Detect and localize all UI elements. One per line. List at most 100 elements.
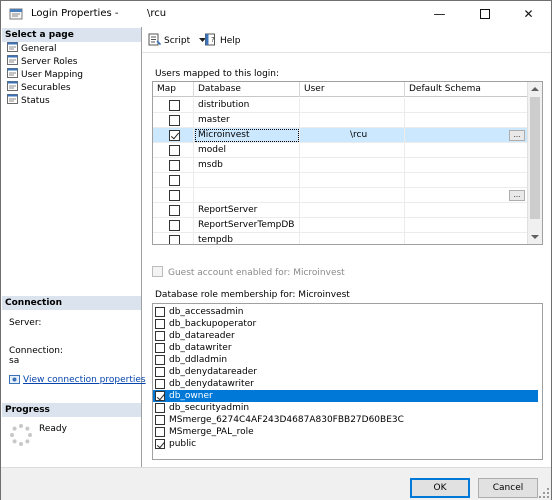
role-item[interactable]: db_datawriter [153,342,538,354]
default-schema-cell[interactable] [405,173,528,188]
script-button[interactable]: Script [148,33,206,47]
default-schema-cell[interactable] [405,143,528,158]
role-item[interactable]: db_accessadmin [153,306,538,318]
user-cell[interactable] [300,218,405,233]
default-schema-cell[interactable]: ... [405,188,528,203]
map-checkbox[interactable] [169,160,180,171]
role-item[interactable]: MSmerge_PAL_role [153,426,538,438]
database-cell[interactable] [194,188,300,203]
users-mapped-grid[interactable]: Map Database User Default Schema distrib… [152,81,543,245]
cancel-button[interactable]: Cancel [478,478,538,498]
scroll-up-icon[interactable] [531,87,539,91]
map-checkbox[interactable] [169,235,180,244]
user-mapping-row[interactable]: ReportServerTempDB [153,218,528,233]
resize-grip-icon[interactable] [539,488,549,498]
map-checkbox[interactable] [169,115,180,126]
database-cell[interactable]: Microinvest [194,128,300,143]
ok-button[interactable]: OK [410,478,470,498]
page-item-user-mapping[interactable]: User Mapping [7,68,83,81]
user-mapping-row[interactable]: model [153,143,528,158]
page-item-status[interactable]: Status [7,94,50,107]
database-cell[interactable]: ReportServerTempDB [194,218,300,233]
role-checkbox[interactable] [155,415,165,425]
browse-schema-button[interactable]: ... [509,190,525,201]
role-item[interactable]: db_owner [153,390,538,402]
default-schema-cell[interactable]: ... [405,128,528,143]
default-schema-cell[interactable] [405,158,528,173]
map-checkbox[interactable] [169,100,180,111]
map-checkbox[interactable] [169,220,180,231]
help-button[interactable]: ? Help [204,33,241,47]
role-membership-list[interactable]: db_accessadmin db_backupoperator db_datare… [152,303,543,460]
user-cell[interactable] [300,173,405,188]
user-cell[interactable] [300,203,405,218]
user-mapping-row[interactable]: msdb [153,158,528,173]
user-mapping-row[interactable]: Microinvest \rcu... [153,128,528,143]
role-checkbox[interactable] [155,367,165,377]
user-cell[interactable] [300,233,405,244]
map-checkbox[interactable] [169,130,180,141]
role-item[interactable]: db_securityadmin [153,402,538,414]
database-cell[interactable]: distribution [194,98,300,113]
role-checkbox[interactable] [155,331,165,341]
user-cell[interactable] [300,188,405,203]
map-checkbox[interactable] [169,205,180,216]
browse-schema-button[interactable]: ... [509,130,525,141]
database-cell[interactable]: tempdb [194,233,300,244]
role-checkbox[interactable] [155,307,165,317]
map-checkbox[interactable] [169,190,180,201]
user-cell[interactable] [300,98,405,113]
scrollbar-thumb[interactable] [530,97,540,219]
role-checkbox[interactable] [155,427,165,437]
role-item[interactable]: db_backupoperator [153,318,538,330]
database-cell[interactable]: model [194,143,300,158]
default-schema-cell[interactable] [405,113,528,128]
role-checkbox[interactable] [155,343,165,353]
role-checkbox[interactable] [155,355,165,365]
map-checkbox[interactable] [169,175,180,186]
user-mapping-row[interactable]: master [153,113,528,128]
maximize-button[interactable] [462,1,507,27]
title-bar[interactable]: Login Properties - \rcu — ✕ [1,1,551,27]
user-cell[interactable] [300,158,405,173]
role-checkbox[interactable] [155,379,165,389]
user-cell[interactable]: \rcu [300,128,405,143]
default-schema-cell[interactable] [405,218,528,233]
user-mapping-row[interactable] [153,173,528,188]
role-item[interactable]: db_ddladmin [153,354,538,366]
user-cell[interactable] [300,143,405,158]
role-checkbox[interactable] [155,391,165,401]
user-mapping-row[interactable]: distribution [153,98,528,113]
column-header-default-schema[interactable]: Default Schema [405,82,528,97]
role-checkbox[interactable] [155,319,165,329]
page-item-general[interactable]: General [7,42,56,55]
page-item-securables[interactable]: Securables [7,81,71,94]
role-checkbox[interactable] [155,403,165,413]
database-cell[interactable]: msdb [194,158,300,173]
column-header-database[interactable]: Database [194,82,300,97]
role-item[interactable]: db_datareader [153,330,538,342]
user-mapping-row[interactable]: ... [153,188,528,203]
column-header-map[interactable]: Map [153,82,194,97]
default-schema-cell[interactable] [405,233,528,244]
role-item[interactable]: MSmerge_6274C4AF243D4687A830FBB27D60BE3C [153,414,538,426]
view-connection-properties-link[interactable]: View connection properties [9,374,146,385]
user-cell[interactable] [300,113,405,128]
page-item-server-roles[interactable]: Server Roles [7,55,77,68]
default-schema-cell[interactable] [405,203,528,218]
role-item[interactable]: db_denydatareader [153,366,538,378]
scroll-down-icon[interactable] [531,235,539,239]
user-mapping-row[interactable]: tempdb [153,233,528,244]
role-item[interactable]: db_denydatawriter [153,378,538,390]
database-cell[interactable]: ReportServer [194,203,300,218]
role-checkbox[interactable] [155,439,165,449]
column-header-user[interactable]: User [300,82,405,97]
close-button[interactable]: ✕ [506,1,551,27]
user-mapping-row[interactable]: ReportServer [153,203,528,218]
minimize-button[interactable]: — [417,1,462,27]
database-cell[interactable]: master [194,113,300,128]
role-item[interactable]: public [153,438,538,450]
map-checkbox[interactable] [169,145,180,156]
grid-vertical-scrollbar[interactable] [527,82,542,244]
default-schema-cell[interactable] [405,98,528,113]
